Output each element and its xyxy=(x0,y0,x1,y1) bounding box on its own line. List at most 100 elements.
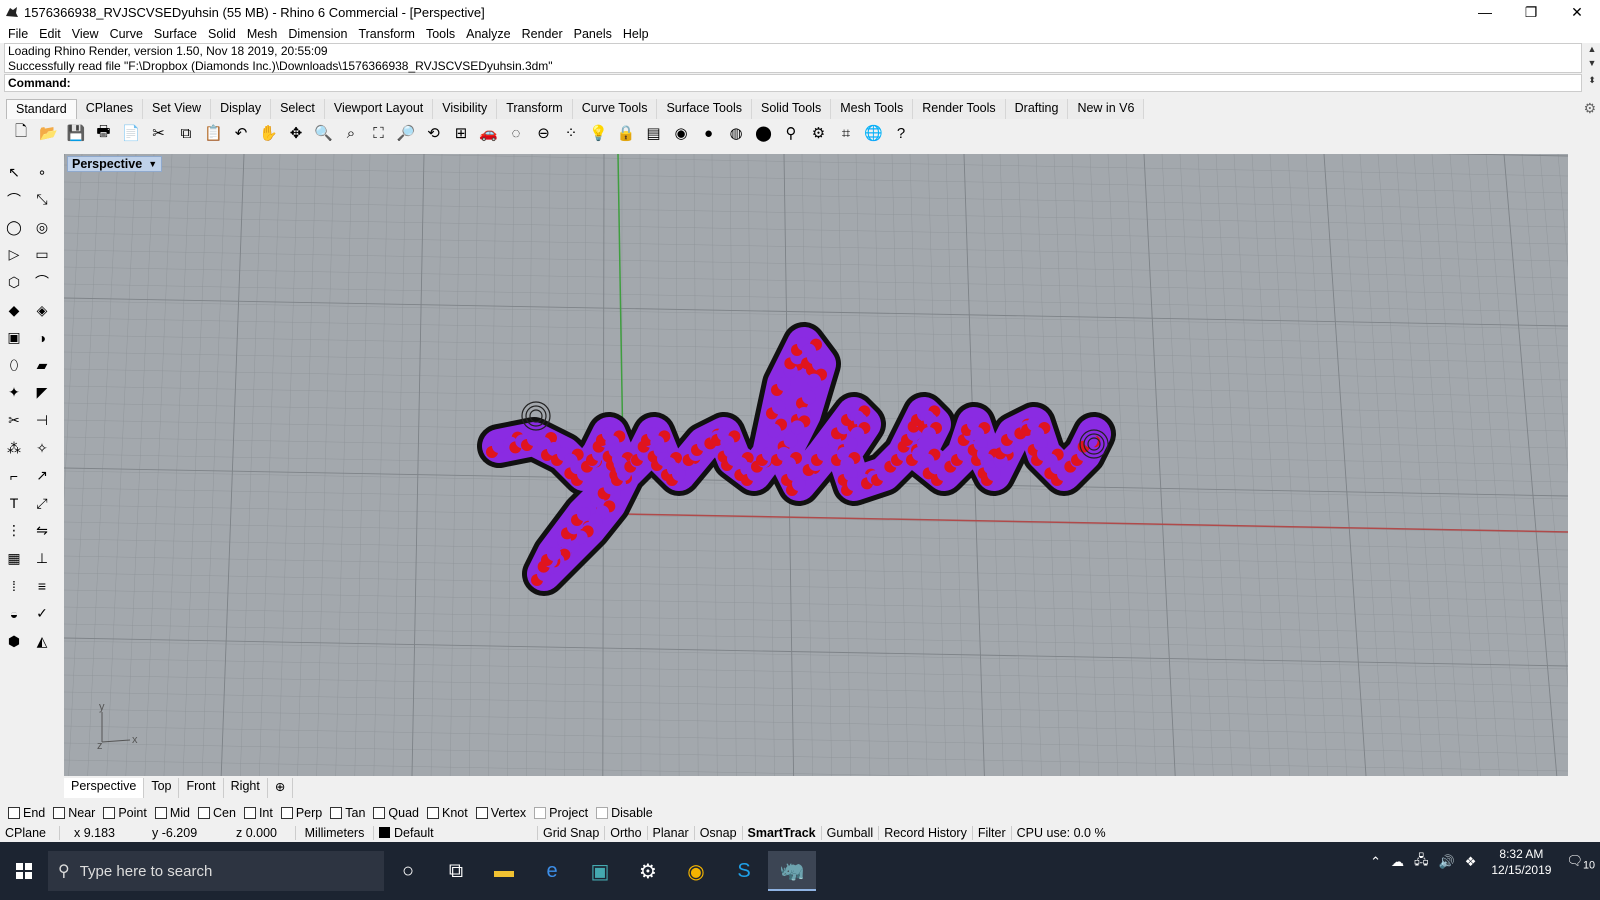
rhino-app-icon[interactable] xyxy=(4,4,20,20)
menu-render[interactable]: Render xyxy=(518,27,567,41)
onedrive-icon[interactable]: ☁ xyxy=(1386,854,1409,870)
toolbar-tab-mesh-tools[interactable]: Mesh Tools xyxy=(831,99,914,119)
current-layer[interactable]: Default xyxy=(374,826,538,840)
ortho-toggle[interactable]: Ortho xyxy=(605,826,648,840)
osnap-cen[interactable]: Cen xyxy=(198,806,236,820)
tab-front[interactable]: Front xyxy=(179,778,224,798)
toolbar-tab-visibility[interactable]: Visibility xyxy=(433,99,498,119)
osnap-checkbox[interactable] xyxy=(103,807,116,819)
surface-icon[interactable]: ◆ xyxy=(2,298,26,322)
menu-mesh[interactable]: Mesh xyxy=(243,27,282,41)
notifications-icon[interactable]: 🗨10 xyxy=(1561,853,1600,872)
zoom-selected-icon[interactable]: 🔎 xyxy=(393,121,419,145)
tray-chevron-icon[interactable]: ⌃ xyxy=(1365,854,1386,870)
polygon-icon[interactable]: ⬡ xyxy=(2,270,26,294)
four-viewports-icon[interactable]: ⊞ xyxy=(448,121,474,145)
record-history-toggle[interactable]: Record History xyxy=(879,826,973,840)
offset-icon[interactable]: ↗ xyxy=(30,464,54,488)
zoom-extents-icon[interactable]: ⛶ xyxy=(366,121,392,145)
osnap-knot[interactable]: Knot xyxy=(427,806,468,820)
save-icon[interactable]: 💾 xyxy=(63,121,89,145)
trim-icon[interactable]: ✂ xyxy=(2,408,26,432)
minimize-button[interactable]: — xyxy=(1462,0,1508,24)
menu-dimension[interactable]: Dimension xyxy=(284,27,351,41)
solid-box-icon[interactable]: ▦ xyxy=(2,546,26,570)
toolbar-tab-viewport-layout[interactable]: Viewport Layout xyxy=(324,99,434,119)
network-icon[interactable]: 🖧 xyxy=(1409,851,1434,873)
join-icon[interactable]: ⊣ xyxy=(30,408,54,432)
tab-right[interactable]: Right xyxy=(224,778,268,798)
analyze-icon[interactable]: ◒ xyxy=(2,602,26,626)
pan-hand-icon[interactable]: ✋ xyxy=(256,121,282,145)
toolbar-tab-set-view[interactable]: Set View xyxy=(142,99,212,119)
point-icon[interactable]: ∘ xyxy=(30,160,54,184)
toolbar-tab-standard[interactable]: Standard xyxy=(6,99,77,119)
rotate-view-icon[interactable]: ⟲ xyxy=(421,121,447,145)
boolean-icon[interactable]: ◑ xyxy=(30,326,54,350)
revolve-icon[interactable]: ◈ xyxy=(30,298,54,322)
smarttrack-toggle[interactable]: SmartTrack xyxy=(743,826,822,840)
cortana-icon[interactable]: ○ xyxy=(384,851,432,891)
fillet-icon[interactable]: ⌐ xyxy=(2,464,26,488)
car-icon[interactable]: 🚗 xyxy=(476,121,502,145)
zoom-window-icon[interactable]: ⌕ xyxy=(338,121,364,145)
array-icon[interactable]: ⋮ xyxy=(2,519,26,543)
file-explorer-icon[interactable]: ▬ xyxy=(480,851,528,891)
print-icon[interactable]: 🖶 xyxy=(91,121,117,145)
osnap-checkbox[interactable] xyxy=(596,807,609,819)
toolbar-settings-icon[interactable]: ⚙ xyxy=(1583,100,1596,117)
osnap-checkbox[interactable] xyxy=(8,807,20,819)
osnap-checkbox[interactable] xyxy=(427,807,439,819)
cplane-label[interactable]: CPlane xyxy=(0,826,60,840)
volume-icon[interactable]: 🔊 xyxy=(1434,854,1460,870)
open-icon[interactable]: 📂 xyxy=(36,121,62,145)
import-icon[interactable]: 📄 xyxy=(118,121,144,145)
viewport-label[interactable]: Perspective ▼ xyxy=(67,156,163,172)
toolbar-tab-surface-tools[interactable]: Surface Tools xyxy=(657,99,752,119)
gumball-icon[interactable]: ✦ xyxy=(2,381,26,405)
select-arrow-icon[interactable]: ↖ xyxy=(2,160,26,184)
material-icon[interactable]: ◍ xyxy=(723,121,749,145)
explode-icon[interactable]: ✧ xyxy=(30,436,54,460)
menu-edit[interactable]: Edit xyxy=(35,27,65,41)
osnap-near[interactable]: Near xyxy=(53,806,95,820)
new-file-icon[interactable]: 🗋 xyxy=(8,121,34,145)
start-button[interactable] xyxy=(0,851,48,891)
scale-icon[interactable]: ⤢ xyxy=(30,491,54,515)
osnap-point[interactable]: Point xyxy=(103,806,147,820)
settings-icon[interactable]: ⚙ xyxy=(624,851,672,891)
grid-array-icon[interactable]: ⁞ xyxy=(2,574,26,598)
command-scroll[interactable]: ⬍ xyxy=(1586,75,1598,86)
taskbar-search[interactable]: ⚲ Type here to search xyxy=(48,851,384,891)
restore-button[interactable]: ❐ xyxy=(1508,0,1554,24)
menu-file[interactable]: File xyxy=(4,27,32,41)
circle-icon[interactable]: ◯ xyxy=(2,215,26,239)
osnap-vertex[interactable]: Vertex xyxy=(475,806,526,820)
shaded-display-icon[interactable]: ◌ xyxy=(503,121,529,145)
rhino-taskbar-icon[interactable]: 🦏 xyxy=(768,851,816,891)
filter-toggle[interactable]: Filter xyxy=(973,826,1012,840)
options-icon[interactable]: ⚙ xyxy=(806,121,832,145)
menu-surface[interactable]: Surface xyxy=(150,27,201,41)
split-icon[interactable]: ◤ xyxy=(30,381,54,405)
skype-icon[interactable]: S xyxy=(720,851,768,891)
help-icon[interactable]: ? xyxy=(888,121,914,145)
color-wheel-icon[interactable]: ◉ xyxy=(668,121,694,145)
box-icon[interactable]: ▣ xyxy=(2,326,26,350)
task-view-icon[interactable]: ⧉ xyxy=(432,851,480,891)
menu-view[interactable]: View xyxy=(68,27,103,41)
toolbar-tab-transform[interactable]: Transform xyxy=(497,99,573,119)
dimension-icon[interactable]: ⊥ xyxy=(30,546,54,570)
render-sphere-icon[interactable]: ● xyxy=(696,121,722,145)
filter-icon[interactable]: ⚲ xyxy=(778,121,804,145)
check-icon[interactable]: ✓ xyxy=(30,602,54,626)
osnap-checkbox[interactable] xyxy=(534,807,547,819)
menu-help[interactable]: Help xyxy=(619,27,653,41)
environment-icon[interactable]: ⬤ xyxy=(751,121,777,145)
menu-analyze[interactable]: Analyze xyxy=(462,27,514,41)
units-label[interactable]: Millimeters xyxy=(296,826,374,840)
chrome-icon[interactable]: ◉ xyxy=(672,851,720,891)
move-view-icon[interactable]: ✥ xyxy=(283,121,309,145)
viewport-menu-arrow-icon[interactable]: ▼ xyxy=(148,159,157,169)
undo-icon[interactable]: ↶ xyxy=(228,121,254,145)
